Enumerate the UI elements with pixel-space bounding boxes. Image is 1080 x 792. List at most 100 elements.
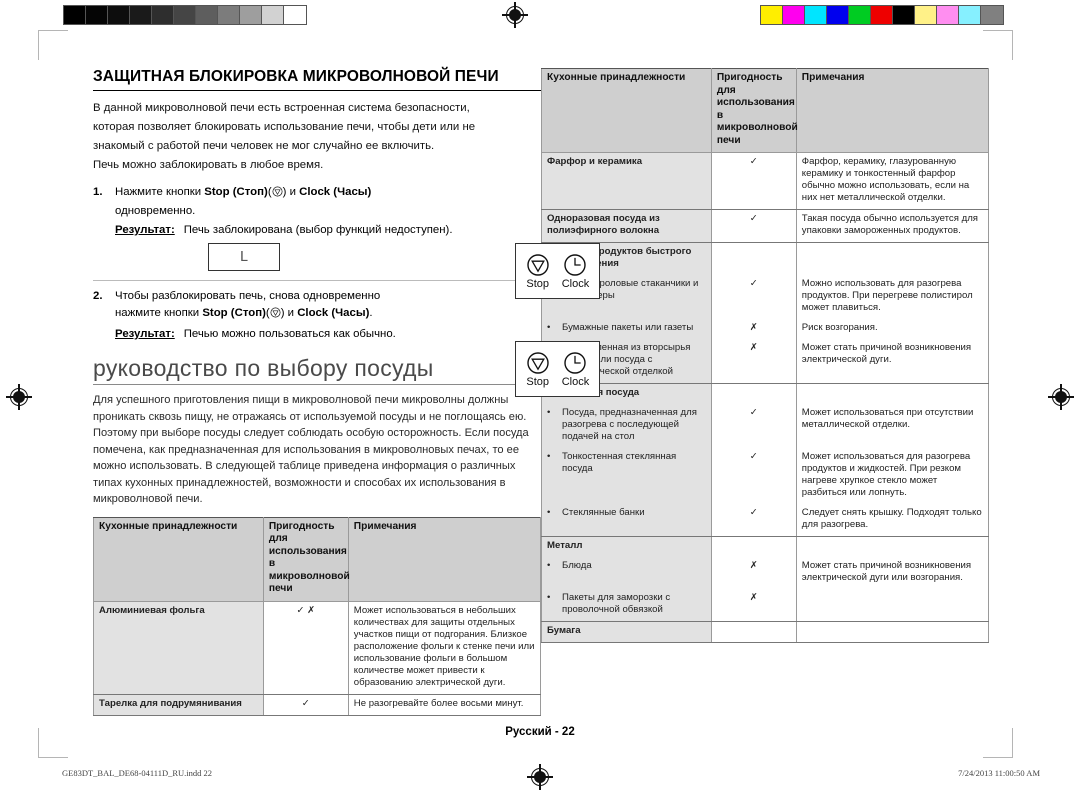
page-number-label: Русский - 22 (505, 726, 575, 738)
utensil-label: Блюда (562, 560, 592, 571)
cell-notes (795, 536, 990, 557)
table-row: Алюминиевая фольга ✓ ✗ Может использоватьс… (93, 601, 542, 695)
cell-notes: Фарфор, керамику, глазурованную керамику… (795, 152, 990, 210)
section-title-cookware-guide: руководство по выбору посуды (93, 355, 541, 385)
cell-notes: Может использоваться в небольших количес… (347, 601, 542, 695)
table-row: Тарелка для подрумянивания ✓ Не разогревай… (93, 694, 542, 716)
cookware-table-left: Кухонные принадлежности Пригодность для … (93, 516, 542, 716)
step-number: 2. (93, 290, 103, 302)
button-name-clock: Clock (Часы) (297, 307, 370, 319)
bullet-icon: • (547, 451, 551, 462)
crop-frame-line (38, 757, 68, 758)
divider (93, 280, 541, 281)
color-swatch (981, 6, 1003, 24)
color-swatch (827, 6, 849, 24)
cell-suitability: ✓ (710, 448, 797, 504)
cell-utensil-name: • Блюда (541, 557, 712, 589)
intro-line: которая позволяет блокировать использова… (93, 121, 476, 133)
cell-notes: Может стать причиной возникновения элект… (795, 339, 990, 384)
button-name-stop: Stop (Стоп) (204, 186, 268, 198)
cell-notes: Риск возгорания. (795, 319, 990, 339)
registration-target-icon-left (6, 384, 32, 410)
color-swatch (937, 6, 959, 24)
key-stop: Stop (526, 253, 550, 290)
step-instruction-line: Нажмите кнопки Stop (Стоп)( ) и Clock (Ч… (115, 184, 541, 203)
utensil-label: Стеклянные банки (562, 507, 645, 518)
cell-utensil-name: Тарелка для подрумянивания (93, 694, 264, 716)
grayscale-swatch (262, 6, 284, 24)
cell-notes (795, 589, 990, 622)
key-clock: Clock (561, 351, 590, 388)
cell-notes: Может использоваться при отсутствии мета… (795, 404, 990, 448)
keybox-stop-clock-step1: Stop Clock (515, 243, 600, 299)
period: . (369, 307, 373, 319)
button-name-clock: Clock (Часы) (299, 186, 372, 198)
button-name-stop: Stop (Стоп) (202, 307, 266, 319)
bullet-icon: • (547, 407, 551, 418)
keybox-stop-clock-step2: Stop Clock (515, 341, 600, 397)
cell-utensil-name: Алюминиевая фольга (93, 601, 264, 695)
step-text-continued: одновременно. (115, 205, 196, 217)
bullet-icon: • (547, 592, 551, 603)
table-row: • Блюда ✗ Может стать причиной возникновени… (541, 557, 990, 589)
color-swatch (761, 6, 783, 24)
stop-icon-inline (270, 307, 281, 324)
conjunction: и (284, 307, 298, 319)
step-text: Нажмите кнопки (115, 186, 205, 198)
registration-target-icon-bottom (527, 764, 553, 790)
stop-icon-inline (272, 186, 283, 203)
cookware-table-right: Кухонные принадлежности Пригодность для … (541, 68, 990, 643)
result-text: Печь заблокирована (выбор функций недост… (183, 224, 453, 236)
color-swatch (915, 6, 937, 24)
utensil-label: Бумажные пакеты или газеты (562, 322, 694, 333)
cell-utensil-name: • Пакеты для заморозки с проволочной обвя… (541, 589, 712, 622)
left-column: ЗАЩИТНАЯ БЛОКИРОВКА МИКРОВОЛНОВОЙ ПЕЧИ В… (93, 68, 542, 716)
crop-frame-line (983, 757, 1013, 758)
key-label-clock: Clock (561, 375, 590, 388)
color-swatch (959, 6, 981, 24)
step-text: нажмите кнопки (115, 307, 203, 319)
stop-icon (527, 253, 549, 276)
cell-suitability: ✓ (710, 275, 797, 319)
table-row: Одноразовая посуда из полиэфирного волок… (541, 209, 990, 243)
result-row: Результат: Печь заблокирована (выбор фун… (115, 222, 541, 239)
grayscale-swatch (284, 6, 306, 24)
table-row: Упаковка продуктов быстрого приготовлени… (541, 242, 990, 275)
grayscale-swatch (152, 6, 174, 24)
column-header-suitability: Пригодность для использования в микровол… (710, 68, 798, 153)
grayscale-swatch (86, 6, 108, 24)
cell-notes: Можно использовать для разогрева продукт… (795, 275, 990, 319)
cell-utensil-name: Бумага (541, 621, 712, 643)
step-body: Чтобы разблокировать печь, снова одновре… (115, 288, 541, 343)
grayscale-step-wedge (63, 5, 307, 25)
key-label-stop: Stop (526, 277, 550, 290)
table-header-row: Кухонные принадлежности Пригодность для … (541, 68, 990, 153)
table-row: Стеклянная посуда (541, 383, 990, 404)
step-body: Нажмите кнопки Stop (Стоп)( ) и Clock (Ч… (115, 184, 541, 271)
result-text: Печью можно пользоваться как обычно. (183, 328, 396, 340)
cell-utensil-name: • Тонкостенная стеклянная посуда (541, 448, 712, 504)
cell-suitability: ✓ (262, 694, 349, 716)
cell-suitability: ✓ (710, 209, 797, 243)
cell-suitability: ✗ (710, 339, 797, 384)
cell-suitability: ✓ (710, 404, 797, 448)
table-row: •Изготовленная из вторсырья бумага или п… (541, 339, 990, 384)
color-calibration-bar (760, 5, 1004, 25)
color-swatch (805, 6, 827, 24)
cell-utensil-name: • Стеклянные банки (541, 504, 712, 537)
cell-suitability (710, 536, 797, 557)
color-swatch (893, 6, 915, 24)
table-row: • Бумажные пакеты или газеты ✗ Риск возгора… (541, 319, 990, 339)
table-row: Бумага (541, 621, 990, 643)
clock-icon (564, 253, 587, 276)
page-content: ЗАЩИТНАЯ БЛОКИРОВКА МИКРОВОЛНОВОЙ ПЕЧИ В… (48, 38, 1032, 744)
column-header-notes: Примечания (347, 516, 542, 602)
cell-suitability (710, 621, 797, 643)
key-clock: Clock (562, 253, 589, 290)
clock-icon (564, 351, 587, 374)
bullet-icon: • (547, 507, 551, 518)
cell-notes (795, 242, 990, 275)
section-title-safety-lock: ЗАЩИТНАЯ БЛОКИРОВКА МИКРОВОЛНОВОЙ ПЕЧИ (93, 68, 541, 91)
crop-frame-line (38, 728, 39, 758)
table-row: Фарфор и керамика ✓ Фарфор, керамику, глаз… (541, 152, 990, 210)
